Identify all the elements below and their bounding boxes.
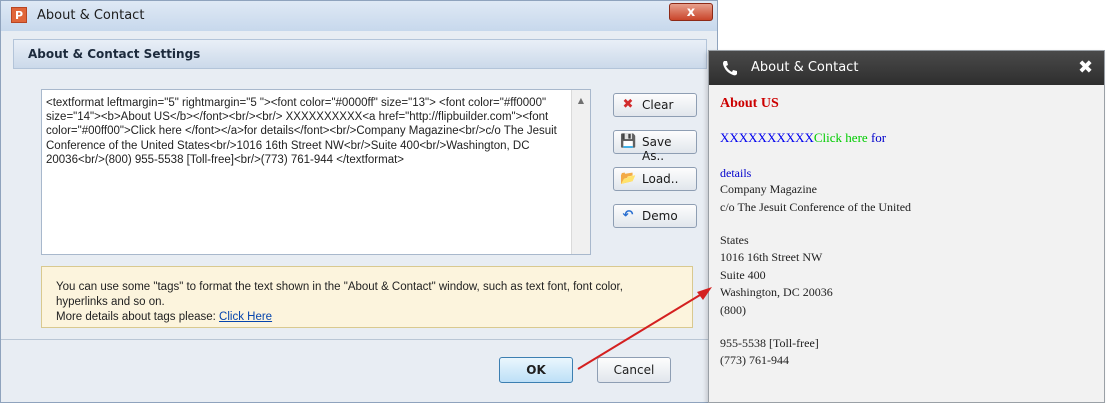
app-icon: P (11, 7, 27, 23)
clear-button[interactable]: ✖ Clear (613, 93, 697, 117)
save-as-label: Save As.. (642, 135, 672, 163)
preview-line: Suite 400 (720, 268, 766, 282)
preview-link-line: XXXXXXXXXXClick here for (720, 130, 886, 146)
demo-icon: ↶ (622, 208, 634, 223)
about-contact-preview-window: About & Contact ✖ About US XXXXXXXXXXCli… (708, 50, 1105, 403)
info-line-2: hyperlinks and so on. (56, 296, 165, 308)
settings-title: About & Contact Settings (28, 47, 201, 61)
save-icon: 💾 (620, 134, 637, 149)
footer-divider (1, 339, 717, 340)
editor-scrollbar[interactable]: ▲ (571, 90, 590, 254)
save-as-button[interactable]: 💾 Save As.. (613, 130, 697, 163)
preview-line: 1016 16th Street NW (720, 250, 823, 264)
load-label: Load.. (642, 172, 679, 186)
preview-x-text: XXXXXXXXXX (720, 130, 814, 145)
preview-line: Company Magazine (720, 182, 817, 196)
preview-close-icon[interactable]: ✖ (1078, 57, 1093, 78)
preview-line: States (720, 233, 749, 247)
preview-line: 955-5538 [Toll-free] (720, 336, 819, 350)
preview-title: About & Contact (751, 60, 859, 75)
clear-icon: ✖ (622, 97, 634, 112)
preview-title-bar: About & Contact ✖ (709, 51, 1104, 85)
info-line-1: You can use some "tags" to format the te… (56, 281, 623, 293)
preview-for-text: for (867, 130, 887, 145)
demo-button[interactable]: ↶ Demo (613, 204, 697, 228)
clear-label: Clear (642, 98, 674, 112)
cancel-button[interactable]: Cancel (597, 357, 671, 383)
preview-line: c/o The Jesuit Conference of the United (720, 200, 912, 214)
preview-line: Washington, DC 20036 (720, 285, 833, 299)
title-bar: P About & Contact x (1, 1, 717, 31)
preview-click-here-link[interactable]: Click here (814, 130, 868, 145)
about-contact-dialog: P About & Contact x About & Contact Sett… (0, 0, 718, 403)
preview-heading: About US (720, 96, 779, 111)
phone-icon (721, 59, 739, 82)
tags-info-box: You can use some "tags" to format the te… (41, 266, 693, 328)
click-here-link[interactable]: Click Here (219, 311, 272, 323)
window-title: About & Contact (37, 8, 145, 23)
preview-details: details (720, 166, 752, 180)
scroll-up-icon[interactable]: ▲ (576, 96, 586, 105)
preview-line: (800) (720, 303, 746, 317)
info-line-3: More details about tags please: Click He… (56, 311, 272, 323)
about-text-editor[interactable]: <textformat leftmargin="5" rightmargin="… (41, 89, 591, 255)
settings-header: About & Contact Settings (13, 39, 707, 69)
ok-button[interactable]: OK (499, 357, 573, 383)
editor-text[interactable]: <textformat leftmargin="5" rightmargin="… (46, 96, 566, 167)
demo-label: Demo (642, 209, 678, 223)
folder-icon: 📂 (620, 171, 637, 186)
load-button[interactable]: 📂 Load.. (613, 167, 697, 191)
info-tags-prefix: More details about tags please: (56, 311, 216, 323)
preview-line: (773) 761-944 (720, 353, 789, 367)
window-close-button[interactable]: x (669, 3, 713, 21)
